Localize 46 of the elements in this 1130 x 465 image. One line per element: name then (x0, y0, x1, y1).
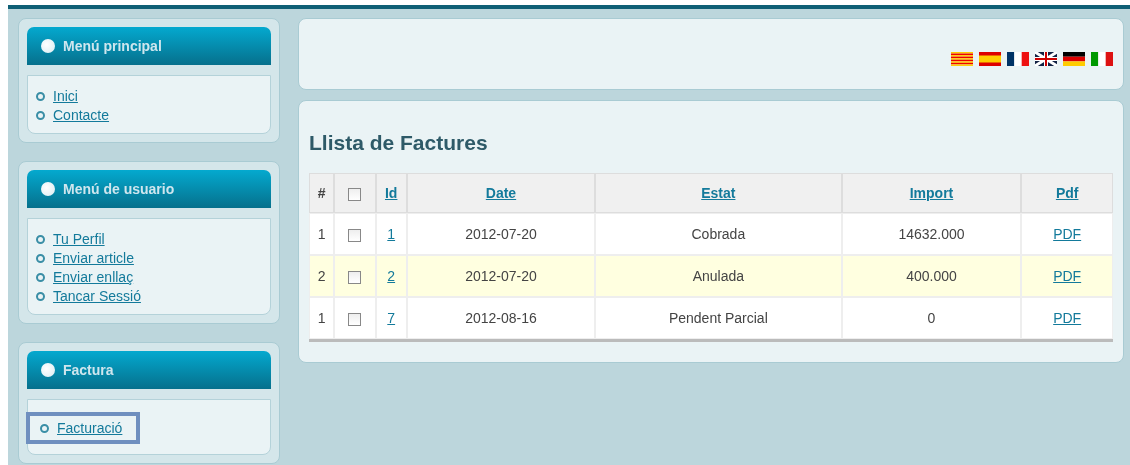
column-header-link[interactable]: Date (485, 185, 517, 201)
table-cell: 0 (841, 297, 1022, 339)
id-link[interactable]: 2 (387, 268, 396, 284)
table-cell: Pendent Parcial (595, 297, 842, 339)
id-link[interactable]: 7 (387, 310, 396, 326)
table-cell: 1 (309, 213, 335, 255)
menu-link[interactable]: Tancar Sessió (53, 288, 141, 304)
table-cell: Anulada (595, 255, 842, 297)
bullet-icon (41, 363, 55, 377)
column-header-link[interactable]: Estat (701, 185, 736, 201)
menu-link[interactable]: Contacte (53, 107, 110, 123)
row-checkbox[interactable] (348, 228, 362, 242)
table-cell: 2012-07-20 (406, 255, 596, 297)
table-cell: 2012-08-16 (406, 297, 596, 339)
row-checkbox[interactable] (348, 312, 362, 326)
menu-title: Menú principal (63, 38, 162, 54)
table-cell: 1 (309, 297, 335, 339)
select-all-checkbox[interactable] (348, 187, 362, 201)
menu-link[interactable]: Tu Perfil (53, 231, 105, 247)
row-checkbox[interactable] (348, 270, 362, 284)
pdf-link[interactable]: PDF (1053, 310, 1082, 326)
flag-icon[interactable] (1063, 52, 1085, 66)
pdf-link[interactable]: PDF (1053, 268, 1082, 284)
menu-title: Menú de usuario (63, 181, 175, 197)
menu-title: Factura (63, 362, 114, 378)
table-cell: 2 (309, 255, 335, 297)
column-header-link[interactable]: Import (909, 185, 954, 201)
flag-icon[interactable] (1035, 52, 1057, 66)
bullet-icon (41, 39, 55, 53)
menu-link[interactable]: Inici (53, 88, 78, 104)
bullet-icon (41, 182, 55, 196)
table-cell: 2012-07-20 (406, 213, 596, 255)
page-title: Llista de Factures (309, 131, 489, 155)
menu-link[interactable]: Facturació (57, 420, 123, 436)
menu-link[interactable]: Enviar article (53, 250, 134, 266)
column-header-link[interactable]: Id (384, 185, 398, 201)
table-cell: Cobrada (595, 213, 842, 255)
table-cell: 400.000 (841, 255, 1022, 297)
column-header: # (317, 185, 326, 201)
column-header-link[interactable]: Pdf (1055, 185, 1079, 201)
ring-icon (40, 423, 49, 433)
id-link[interactable]: 1 (387, 226, 396, 242)
menu-link[interactable]: Enviar enllaç (53, 269, 134, 285)
flag-icon[interactable] (1007, 52, 1029, 66)
table-cell: 14632.000 (841, 213, 1022, 255)
pdf-link[interactable]: PDF (1053, 226, 1082, 242)
